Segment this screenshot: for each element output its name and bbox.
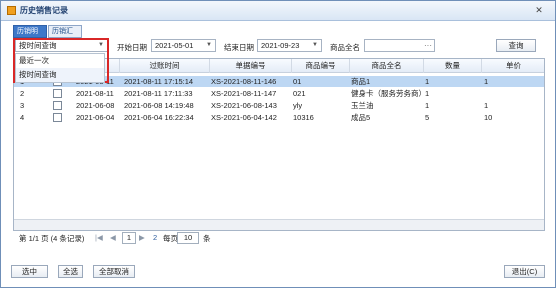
row-index: 4 bbox=[20, 113, 25, 122]
row-doc-no: XS-2021-08-11-146 bbox=[211, 77, 277, 86]
row-post-time: 2021-08-11 17:11:33 bbox=[124, 89, 193, 98]
row-product-name: 健身卡（服务劳务商） bbox=[351, 89, 423, 98]
select-all-button[interactable]: 全选 bbox=[58, 265, 83, 278]
prev-page-icon[interactable]: ◀ bbox=[110, 233, 116, 242]
row-product-code: 10316 bbox=[293, 113, 314, 122]
sales-table: 过账时间 单据编号 商品编号 商品全名 数量 单价 1 2021-08-11 2… bbox=[13, 58, 545, 231]
row-post-time: 2021-06-08 14:19:48 bbox=[124, 101, 194, 110]
row-quantity: 5 bbox=[425, 113, 430, 122]
col-header-unit-price: 单价 bbox=[482, 59, 544, 73]
table-row[interactable]: 4 2021-06-04 2021-06-04 16:22:34 XS-2021… bbox=[14, 112, 544, 123]
more-icon[interactable]: ··· bbox=[424, 40, 432, 51]
query-mode-dropdown: 最近一次 按时间查询 bbox=[15, 53, 105, 83]
col-header-quantity: 数量 bbox=[424, 59, 482, 73]
table-row[interactable]: 3 2021-06-08 2021-06-08 14:19:48 XS-2021… bbox=[14, 100, 544, 111]
product-name-field[interactable]: ··· bbox=[364, 39, 435, 52]
row-index: 3 bbox=[20, 101, 25, 110]
row-doc-no: XS-2021-06-08-143 bbox=[211, 101, 277, 110]
row-checkbox[interactable] bbox=[53, 113, 62, 122]
row-product-name: 玉兰油 bbox=[351, 101, 374, 110]
history-sales-window: 历史销售记录 ✕ 历销明细 历销汇总 按时间查询 ▼ 开始日期 2021-05-… bbox=[0, 0, 556, 288]
start-date-value: 2021-05-01 bbox=[155, 41, 194, 50]
next-page-icon[interactable]: ▶ bbox=[139, 233, 145, 242]
row-unit-price: 10 bbox=[484, 113, 493, 122]
row-product-code: 01 bbox=[293, 77, 302, 86]
row-quantity: 1 bbox=[425, 101, 430, 110]
row-unit-price: 1 bbox=[484, 77, 489, 86]
next-page-link[interactable]: 2 bbox=[153, 233, 157, 242]
row-doc-no: XS-2021-08-11-147 bbox=[211, 89, 277, 98]
per-page-label: 每页 bbox=[163, 234, 178, 243]
per-page-input[interactable]: 10 bbox=[177, 232, 199, 244]
cancel-all-button[interactable]: 全部取消 bbox=[93, 265, 135, 278]
row-doc-no: XS-2021-06-04-142 bbox=[211, 113, 277, 122]
row-checkbox[interactable] bbox=[53, 89, 62, 98]
col-header-product-code: 商品编号 bbox=[292, 59, 350, 73]
first-page-icon[interactable]: |◀ bbox=[95, 233, 103, 242]
table-row[interactable]: 2 2021-08-11 2021-08-11 17:11:33 XS-2021… bbox=[14, 88, 544, 99]
tab-sales-summary[interactable]: 历销汇总 bbox=[48, 25, 82, 47]
window-icon bbox=[7, 6, 16, 15]
page-summary: 第 1/1 页 (4 条记录) bbox=[19, 234, 85, 243]
col-header-doc-no: 单据编号 bbox=[210, 59, 292, 73]
col-header-product-name: 商品全名 bbox=[350, 59, 424, 73]
end-date-field[interactable]: 2021-09-23 ▼ bbox=[257, 39, 322, 52]
start-date-field[interactable]: 2021-05-01 ▼ bbox=[151, 39, 216, 52]
row-date: 2021-06-08 bbox=[76, 101, 115, 110]
window-title: 历史销售记录 bbox=[20, 6, 68, 15]
col-header-post-time: 过账时间 bbox=[120, 59, 210, 73]
row-quantity: 1 bbox=[425, 77, 430, 86]
bottom-bar: 选中 全选 全部取消 退出(C) bbox=[1, 265, 556, 283]
row-product-name: 成品5 bbox=[351, 113, 371, 122]
chevron-down-icon: ▼ bbox=[206, 42, 212, 48]
select-button[interactable]: 选中 bbox=[11, 265, 48, 278]
end-date-label: 结束日期 bbox=[224, 43, 254, 52]
row-quantity: 1 bbox=[425, 89, 430, 98]
per-page-unit: 条 bbox=[203, 234, 211, 243]
horizontal-scrollbar[interactable] bbox=[14, 219, 544, 230]
exit-button[interactable]: 退出(C) bbox=[504, 265, 545, 278]
title-bar: 历史销售记录 ✕ bbox=[1, 1, 555, 21]
dropdown-option-by-time[interactable]: 按时间查询 bbox=[16, 68, 104, 82]
product-name-label: 商品全名 bbox=[330, 43, 360, 52]
row-checkbox[interactable] bbox=[53, 101, 62, 110]
close-button[interactable]: ✕ bbox=[532, 4, 546, 17]
row-unit-price: 1 bbox=[484, 101, 489, 110]
row-post-time: 2021-06-04 16:22:34 bbox=[124, 113, 194, 122]
current-page-box[interactable]: 1 bbox=[122, 232, 136, 244]
row-post-time: 2021-08-11 17:15:14 bbox=[124, 77, 194, 86]
query-button[interactable]: 查询 bbox=[496, 39, 536, 52]
chevron-down-icon: ▼ bbox=[312, 42, 318, 48]
dropdown-option-latest[interactable]: 最近一次 bbox=[16, 54, 104, 68]
end-date-value: 2021-09-23 bbox=[261, 41, 300, 50]
row-index: 2 bbox=[20, 89, 25, 98]
tab-sales-detail[interactable]: 历销明细 bbox=[13, 25, 47, 47]
row-product-code: 021 bbox=[293, 89, 306, 98]
row-product-code: yly bbox=[293, 101, 303, 110]
start-date-label: 开始日期 bbox=[117, 43, 147, 52]
row-date: 2021-06-04 bbox=[76, 113, 115, 122]
row-product-name: 商品1 bbox=[351, 77, 371, 86]
row-date: 2021-08-11 bbox=[76, 89, 114, 98]
pagination-bar: 第 1/1 页 (4 条记录) |◀ ◀ 1 ▶ 2 每页 10 条 bbox=[13, 231, 545, 246]
